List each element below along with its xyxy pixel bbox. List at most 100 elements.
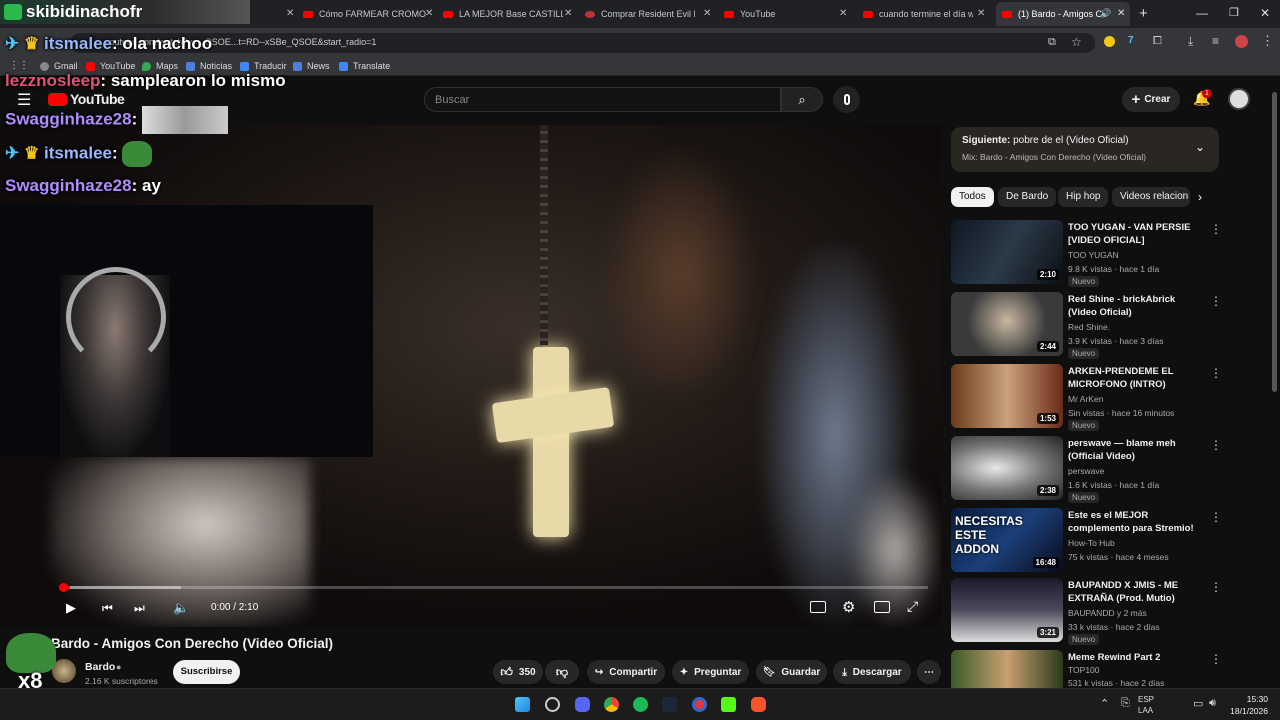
list-item[interactable]: 2:10 TOO YUGAN - VAN PERSIE [VIDEO OFICI… xyxy=(951,220,1222,287)
play-icon[interactable]: ▶ xyxy=(66,600,76,616)
menu-dots-icon[interactable]: ⋮ xyxy=(1261,33,1274,49)
bookmark-translate[interactable]: Translate xyxy=(339,61,390,71)
more-options-icon[interactable]: ⋮ xyxy=(1210,222,1222,236)
subtitles-icon[interactable] xyxy=(810,601,826,613)
chip-de-bardo[interactable]: De Bardo xyxy=(998,187,1057,207)
kick-icon[interactable] xyxy=(721,697,736,712)
account-avatar[interactable] xyxy=(1228,88,1250,110)
close-tab-icon[interactable]: ✕ xyxy=(564,8,572,19)
miniplayer-icon[interactable] xyxy=(874,601,890,613)
discord-icon[interactable] xyxy=(575,697,590,712)
channel-name[interactable]: Bardo xyxy=(85,661,115,673)
close-tab-icon[interactable]: ✕ xyxy=(977,8,985,19)
list-item[interactable]: NECESITAS ESTE ADDON 16:48 Este es el ME… xyxy=(951,508,1222,574)
steam-overlay-icon[interactable] xyxy=(545,697,560,712)
tab-0[interactable]: Cómo FARMEAR CROMO xyxy=(303,4,438,24)
speaker-icon[interactable]: 🔊︎ xyxy=(1209,697,1216,710)
save-button[interactable]: 🔖︎ Guardar xyxy=(756,660,827,684)
extension-icon[interactable] xyxy=(1104,36,1115,47)
more-options-icon[interactable]: ⋮ xyxy=(1210,510,1222,524)
previous-icon[interactable]: ⏮ xyxy=(102,601,113,616)
chip-todos[interactable]: Todos xyxy=(951,187,994,207)
scrollbar[interactable] xyxy=(1272,92,1277,392)
list-item[interactable]: 3:21 BAUPANDD X JMIS - ME EXTRAÑA (Prod.… xyxy=(951,578,1222,645)
extensions-puzzle-icon[interactable]: ⧠ xyxy=(1153,35,1162,48)
chevron-down-icon[interactable]: ⌄ xyxy=(1195,140,1205,154)
install-icon[interactable]: ⧉ xyxy=(1048,36,1056,49)
close-tab-icon[interactable]: ✕ xyxy=(286,8,294,19)
volume-icon[interactable]: 🔈 xyxy=(173,600,189,616)
chip-hip-hop[interactable]: Hip hop xyxy=(1058,187,1109,207)
steam-icon[interactable] xyxy=(662,697,677,712)
spotify-icon[interactable] xyxy=(633,697,648,712)
tab-search-icon[interactable]: ≡ xyxy=(1212,34,1219,48)
bookmark-noticias[interactable]: Noticias xyxy=(186,61,232,71)
clock-time[interactable]: 15:30 xyxy=(1233,694,1268,704)
more-actions-button[interactable]: ⋯ xyxy=(917,660,941,684)
list-item[interactable]: 1:53 ARKEN-PRENDEME EL MICROFONO (INTRO)… xyxy=(951,364,1222,431)
chevron-up-icon[interactable]: ⌃ xyxy=(1100,697,1109,710)
more-options-icon[interactable]: ⋮ xyxy=(1210,580,1222,594)
extension-icon[interactable]: 7 xyxy=(1128,35,1134,46)
bookmark-gmail[interactable]: Gmail xyxy=(40,61,78,71)
tab-1[interactable]: LA MEJOR Base CASTILLO xyxy=(443,4,563,24)
search-button[interactable]: ⌕ xyxy=(781,87,823,112)
settings-gear-icon[interactable]: ⚙ xyxy=(842,598,855,616)
fullscreen-icon[interactable]: ⤢ xyxy=(907,598,918,615)
chrome-icon[interactable] xyxy=(604,697,619,712)
youtube-logo[interactable]: YouTube xyxy=(48,91,125,107)
app-icon[interactable] xyxy=(692,697,707,712)
tab-3[interactable]: YouTube xyxy=(724,4,834,24)
video-thumbnail[interactable]: NECESITAS ESTE ADDON 16:48 xyxy=(951,508,1063,572)
progress-bar[interactable] xyxy=(59,583,928,592)
more-options-icon[interactable]: ⋮ xyxy=(1210,366,1222,380)
mute-tab-icon[interactable]: 🔊 xyxy=(1100,8,1111,19)
maximize-icon[interactable]: ❐ xyxy=(1229,6,1239,19)
minimize-icon[interactable]: — xyxy=(1196,6,1208,20)
bookmark-maps[interactable]: Maps xyxy=(142,61,178,71)
chevron-right-icon[interactable]: › xyxy=(1198,190,1202,204)
search-input[interactable]: Buscar xyxy=(424,87,781,112)
subscribe-button[interactable]: Suscribirse xyxy=(173,660,240,684)
up-next-panel[interactable]: Siguiente: pobre de el (Video Oficial) M… xyxy=(951,127,1219,172)
close-tab-icon[interactable]: ✕ xyxy=(1117,8,1125,19)
video-thumbnail[interactable] xyxy=(951,650,1063,688)
url-field[interactable]: youtube.com/watch?v=...QSOE...t=RD--xSBe… xyxy=(70,33,1095,53)
voice-search-button[interactable] xyxy=(833,86,860,113)
list-item[interactable]: Meme Rewind Part 2 TOP100 531 k vistas ·… xyxy=(951,650,1219,688)
close-tab-icon[interactable]: ✕ xyxy=(839,8,847,19)
brave-icon[interactable] xyxy=(751,697,766,712)
video-thumbnail[interactable]: 2:44 xyxy=(951,292,1063,356)
lang-label[interactable]: ESP xyxy=(1138,695,1154,704)
tab-4[interactable]: cuando termine el día w xyxy=(863,4,973,24)
share-button[interactable]: ↪ Compartir xyxy=(587,660,665,684)
apps-grid-icon[interactable]: ⋮⋮ xyxy=(9,60,29,71)
list-item[interactable]: 2:38 perswave — blame meh (Official Vide… xyxy=(951,436,1222,503)
more-options-icon[interactable]: ⋮ xyxy=(1210,294,1222,308)
video-thumbnail[interactable]: 3:21 xyxy=(951,578,1063,642)
close-tab-icon[interactable]: ✕ xyxy=(703,8,711,19)
list-item[interactable]: 2:44 Red Shine - brickAbrick (Video Ofic… xyxy=(951,292,1222,359)
tab-2[interactable]: Comprar Resident Evil Re xyxy=(585,4,695,24)
next-icon[interactable]: ⏭ xyxy=(134,601,145,616)
bookmark-star-icon[interactable]: ☆ xyxy=(1071,35,1082,49)
more-options-icon[interactable]: ⋮ xyxy=(1210,652,1219,666)
create-button[interactable]: + Crear xyxy=(1122,87,1180,112)
chip-videos-relacionados[interactable]: Videos relacion xyxy=(1112,187,1190,207)
bookmark-youtube[interactable]: YouTube xyxy=(86,61,135,71)
monitor-icon[interactable]: ▭ xyxy=(1193,697,1203,710)
download-icon[interactable]: ⤓ xyxy=(1188,34,1193,49)
video-thumbnail[interactable]: 1:53 xyxy=(951,364,1063,428)
new-tab-button[interactable]: + xyxy=(1139,5,1148,22)
bookmark-news[interactable]: News xyxy=(293,61,330,71)
video-thumbnail[interactable]: 2:10 xyxy=(951,220,1063,284)
ask-button[interactable]: ✦ Preguntar xyxy=(672,660,749,684)
network-icon[interactable]: ⎘ xyxy=(1121,697,1130,710)
close-tab-icon[interactable]: ✕ xyxy=(425,8,433,19)
like-button[interactable]: 👍︎ 350 xyxy=(493,660,543,684)
bookmark-traducir[interactable]: Traducir xyxy=(240,61,287,71)
more-options-icon[interactable]: ⋮ xyxy=(1210,438,1222,452)
windows-start-icon[interactable] xyxy=(515,697,530,712)
dislike-button[interactable]: 👎︎ xyxy=(545,660,579,684)
progress-scrubber[interactable] xyxy=(59,583,68,592)
